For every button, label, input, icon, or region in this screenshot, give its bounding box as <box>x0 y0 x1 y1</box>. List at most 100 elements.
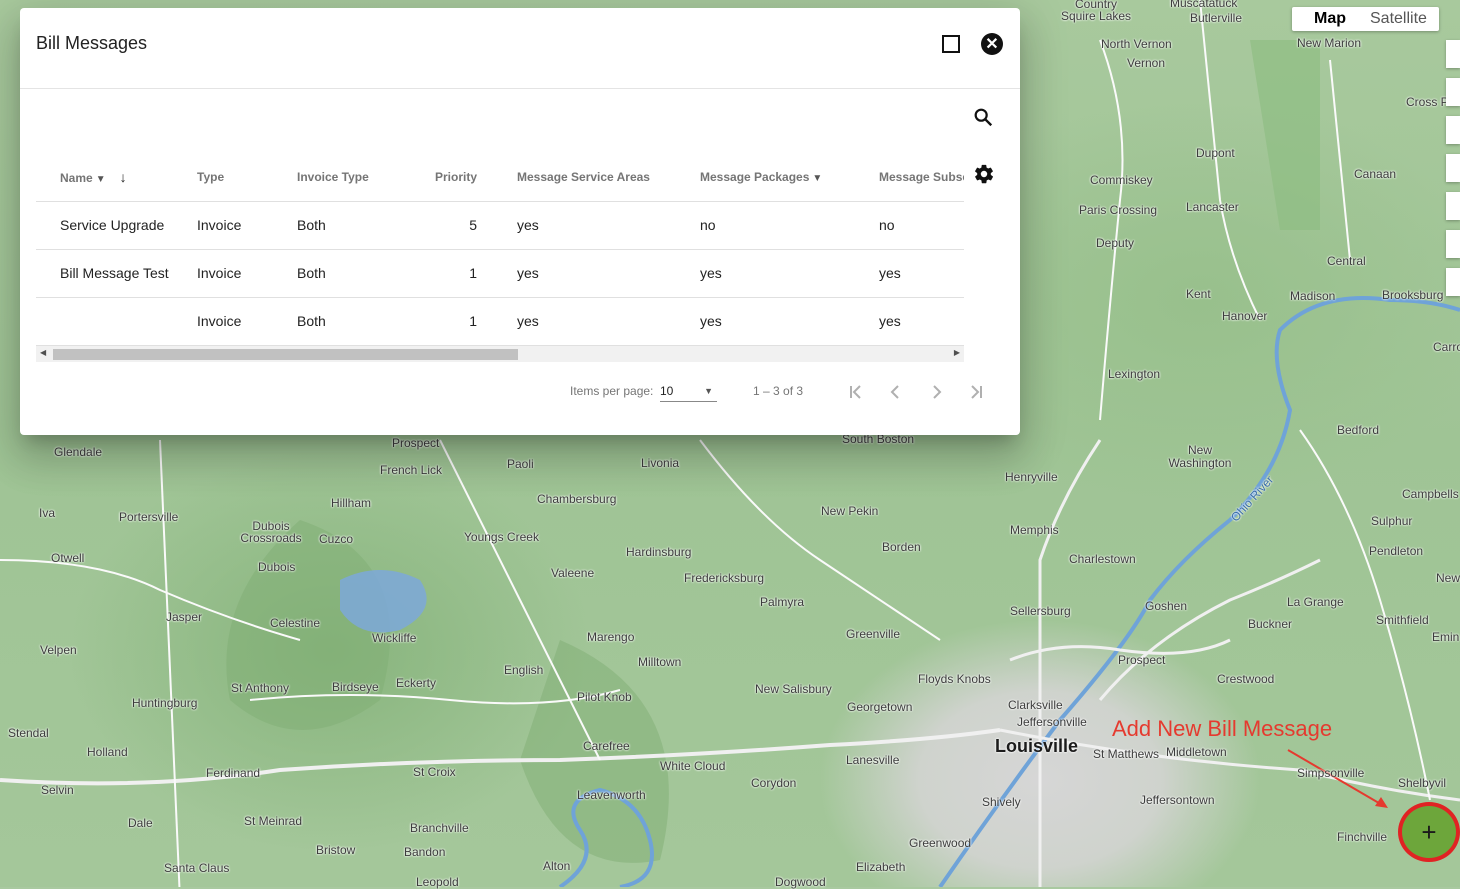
caret-down-icon[interactable]: ▼ <box>812 173 822 184</box>
map-label: Branchville <box>410 821 469 835</box>
map-label: Goshen <box>1145 599 1188 613</box>
map-label: Eckerty <box>396 676 437 690</box>
add-bill-message-button[interactable]: + <box>1398 802 1460 862</box>
table-row[interactable]: Bill Message Test Invoice Both 1 yes yes… <box>36 249 964 298</box>
previous-page-button[interactable] <box>884 380 908 404</box>
divider <box>20 88 1020 89</box>
gear-icon[interactable] <box>1446 116 1460 144</box>
map-label: English <box>504 663 544 677</box>
maximize-icon[interactable] <box>942 35 960 53</box>
cell-service-areas: yes <box>517 297 700 346</box>
column-header-subscriptions[interactable]: Message Subsc <box>879 153 964 202</box>
scroll-left-icon[interactable]: ◀ <box>40 348 46 357</box>
map-label: Youngs Creek <box>464 530 539 544</box>
scrollbar-thumb[interactable] <box>53 349 518 360</box>
map-label: Jeffersontown <box>1140 793 1215 807</box>
annotation-label: Add New Bill Message <box>1112 716 1333 741</box>
cell-invoice-type: Both <box>297 249 401 298</box>
map-label: Charlestown <box>1069 552 1136 566</box>
map-label: Velpen <box>40 643 77 657</box>
items-per-page-select[interactable]: 10 ▼ <box>660 380 717 402</box>
table-row[interactable]: Service Upgrade Invoice Both 5 yes no no <box>36 201 964 250</box>
plus-icon: + <box>1421 816 1437 847</box>
map-label: Henryville <box>1005 470 1058 484</box>
map-label: Leavenworth <box>577 788 646 802</box>
map-label: St Croix <box>413 765 456 779</box>
map-label: Glendale <box>54 445 103 459</box>
column-header-invoice-type[interactable]: Invoice Type <box>297 153 401 202</box>
layers-icon[interactable] <box>1446 78 1460 106</box>
chevron-right-icon <box>933 385 942 399</box>
map-label: St Meinrad <box>244 814 303 828</box>
search-icon[interactable] <box>1446 154 1460 182</box>
column-header-service-areas[interactable]: Message Service Areas <box>517 153 700 202</box>
cell-subscriptions: yes <box>879 297 964 346</box>
map-label: Canaan <box>1354 167 1397 181</box>
map-label: Clarksville <box>1008 698 1063 712</box>
map-label: Prospect <box>1118 653 1166 667</box>
tool-icon[interactable] <box>1446 192 1460 220</box>
first-page-button[interactable] <box>844 380 868 404</box>
map-label: Muscatatuck <box>1170 0 1238 10</box>
map-label: North Vernon <box>1101 37 1172 51</box>
search-icon[interactable] <box>972 106 994 128</box>
select-icon[interactable] <box>1446 268 1460 296</box>
close-icon[interactable]: ✕ <box>981 33 1003 55</box>
map-label: Chambersburg <box>537 492 617 506</box>
map-label: Fredericksburg <box>684 571 765 585</box>
map-label-city: Louisville <box>995 736 1079 756</box>
map-label: Celestine <box>270 616 321 630</box>
map-label: Borden <box>882 540 921 554</box>
cell-type: Invoice <box>197 297 297 346</box>
map-label: Floyds Knobs <box>918 672 991 686</box>
gear-icon[interactable] <box>973 163 995 185</box>
map-label: St Matthews <box>1093 747 1160 761</box>
map-label: Valeene <box>551 566 595 580</box>
cell-service-areas: yes <box>517 201 700 250</box>
column-header-name[interactable]: Name ▼ ↓ <box>36 153 197 202</box>
map-label: Portersville <box>119 510 179 524</box>
map-type-map-button[interactable]: Map <box>1292 7 1358 31</box>
map-label: New <box>1436 571 1460 585</box>
sort-arrow-down-icon[interactable]: ↓ <box>120 169 127 185</box>
map-label: Memphis <box>1010 523 1059 537</box>
next-page-button[interactable] <box>924 380 948 404</box>
map-label: Hanover <box>1222 309 1268 323</box>
map-label: Pendleton <box>1369 544 1424 558</box>
map-label: New Pekin <box>821 504 879 518</box>
caret-down-icon[interactable]: ▼ <box>96 174 106 185</box>
map-label: Santa Claus <box>164 861 230 875</box>
column-header-priority[interactable]: Priority <box>401 153 517 202</box>
map-label: New Salisbury <box>755 682 832 696</box>
map-label: Shelbyvil <box>1398 776 1447 790</box>
chevron-left-icon <box>890 385 899 399</box>
cell-name: Service Upgrade <box>36 201 197 250</box>
map-label: Buckner <box>1248 617 1293 631</box>
scroll-right-icon[interactable]: ▶ <box>954 348 960 357</box>
column-header-packages[interactable]: Message Packages ▼ <box>700 153 879 202</box>
map-label: Smithfield <box>1376 613 1429 627</box>
map-label: Carro <box>1433 340 1460 354</box>
map-label: Milltown <box>638 655 682 669</box>
map-type-satellite-button[interactable]: Satellite <box>1358 7 1439 31</box>
last-page-button[interactable] <box>964 380 988 404</box>
map-label: Hillham <box>331 496 372 510</box>
map-tool-button[interactable] <box>1446 40 1460 68</box>
ruler-icon[interactable] <box>1446 230 1460 258</box>
cell-priority: 1 <box>401 249 517 298</box>
table-row[interactable]: Invoice Both 1 yes yes yes <box>36 297 964 346</box>
cell-subscriptions: no <box>879 201 964 250</box>
map-label: Lancaster <box>1186 200 1239 214</box>
bill-messages-table: Name ▼ ↓ Type Invoice Type Priority Messag… <box>36 153 964 346</box>
map-label: Dupont <box>1196 146 1235 160</box>
cell-name: Bill Message Test <box>36 249 197 298</box>
horizontal-scrollbar[interactable]: ◀ ▶ <box>36 346 964 362</box>
column-header-type[interactable]: Type <box>197 153 297 202</box>
map-label: Jasper <box>166 610 203 624</box>
map-label: Shively <box>982 795 1021 809</box>
map-label: White Cloud <box>660 759 726 773</box>
map-label: St Anthony <box>231 681 290 695</box>
map-label: Vernon <box>1127 56 1166 70</box>
map-label: Georgetown <box>847 700 913 714</box>
map-label: Cuzco <box>319 532 354 546</box>
